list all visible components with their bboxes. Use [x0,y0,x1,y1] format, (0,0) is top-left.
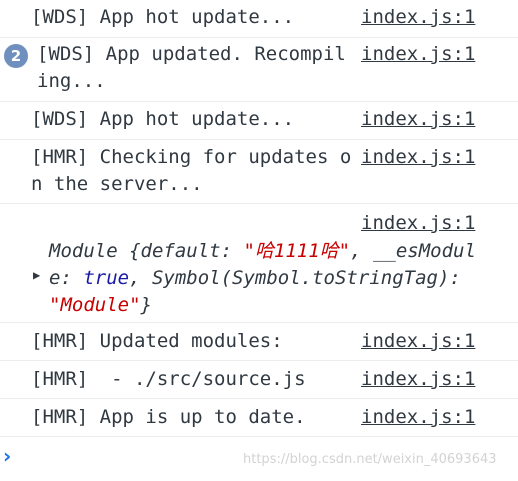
console-message: [HMR] - ./src/source.js index.js:1 [0,361,518,399]
console-prompt-icon[interactable]: › [3,444,11,468]
console-message-text: [HMR] App is up to date. [31,406,306,428]
source-link[interactable]: index.js:1 [361,366,475,393]
esmodule-value: true [83,267,130,289]
console-message-text: [WDS] App hot update... [31,6,295,28]
console-message: [WDS] App updated. Recompiling... index.… [0,38,518,102]
console-message-text: [HMR] Checking for updates on the server… [31,146,352,195]
repeat-count-badge: 2 [4,44,28,68]
source-link[interactable]: index.js:1 [361,210,475,237]
object-separator: , Symbol(Symbol.toStringTag): [129,267,461,289]
console-message-text: [HMR] Updated modules: [31,330,283,352]
source-link[interactable]: index.js:1 [361,404,475,431]
console-message-text: [HMR] - ./src/source.js [31,368,306,390]
module-object-preview[interactable]: Module {default: "哈1111哈", __esModule: t… [49,238,495,319]
console-input[interactable] [24,440,224,470]
source-link[interactable]: index.js:1 [361,41,475,68]
console-message-text: [WDS] App updated. Recompiling... [37,43,346,92]
watermark: https://blog.csdn.net/weixin_40693643 [243,452,497,467]
console-message: [HMR] Updated modules: index.js:1 [0,323,518,361]
console-message: [WDS] App hot update... index.js:1 [0,0,518,38]
default-value: "哈1111哈" [243,240,351,262]
tostringtag-value: "Module" [49,294,141,316]
console-message: [WDS] App hot update... index.js:1 [0,102,518,140]
source-link[interactable]: index.js:1 [361,106,475,133]
console-message: [HMR] App is up to date. index.js:1 [0,399,518,437]
console-message: [HMR] Checking for updates on the server… [0,140,518,204]
expand-triangle-icon[interactable]: ▶ [33,268,40,282]
source-link[interactable]: index.js:1 [361,328,475,355]
source-link[interactable]: index.js:1 [361,144,475,171]
object-suffix: } [140,294,152,316]
console-message-text: [WDS] App hot update... [31,108,295,130]
object-prefix: Module {default: [49,240,244,262]
source-link[interactable]: index.js:1 [361,4,475,31]
